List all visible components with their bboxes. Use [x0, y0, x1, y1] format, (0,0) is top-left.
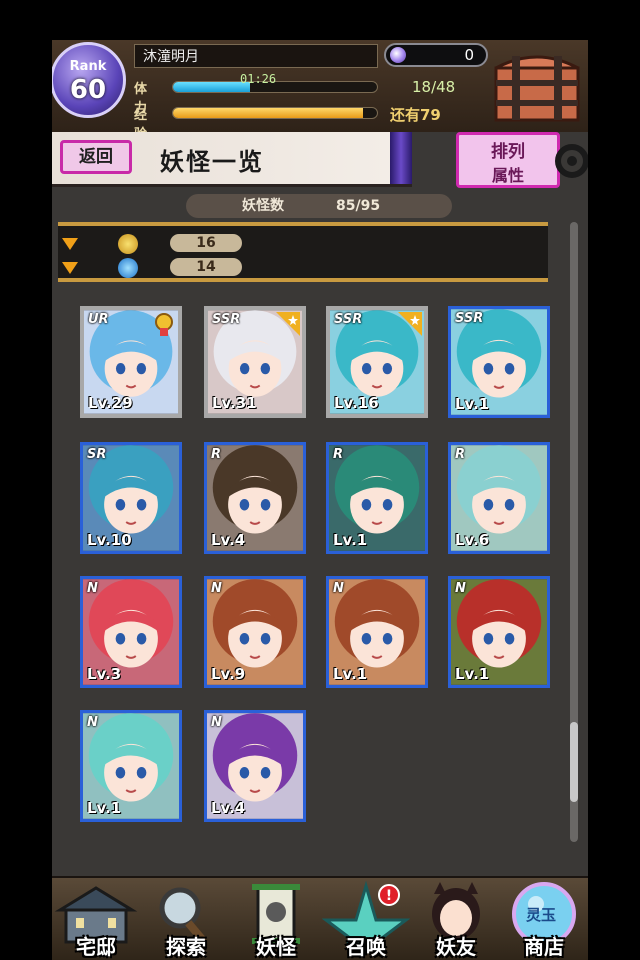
nav-pentagram[interactable]: ! 召唤 [322, 878, 410, 960]
level-label: Lv.4 [211, 799, 246, 817]
rarity-label: N [455, 581, 466, 596]
rarity-label: SSR [455, 311, 484, 326]
rarity-label: UR [88, 312, 109, 327]
sort-button[interactable]: 排列 属性 [456, 132, 560, 188]
level-label: Lv.16 [334, 394, 379, 412]
monster-card[interactable]: N Lv.9 [204, 576, 306, 688]
scrollbar-thumb[interactable] [570, 722, 578, 802]
nav-orb[interactable]: 灵玉 商店 [500, 878, 588, 960]
filter-value: 14 [170, 258, 242, 276]
exp-fill [173, 108, 363, 118]
title-ribbon [390, 132, 412, 184]
medal-icon [155, 313, 173, 336]
monster-card[interactable]: N Lv.3 [80, 576, 182, 688]
gem-value: 0 [464, 46, 474, 64]
alert-badge: ! [378, 884, 400, 906]
rarity-label: SSR [212, 312, 241, 327]
back-button[interactable]: 返回 [60, 140, 132, 174]
rarity-label: R [333, 447, 344, 462]
rarity-label: N [211, 581, 222, 596]
rarity-label: R [455, 447, 466, 462]
level-label: Lv.1 [455, 395, 490, 413]
dropdown-triangle-icon[interactable] [62, 238, 78, 250]
game-screen: Rank 60 沐潼明月 0 体力 01:26 18/48 经验 还有79 [52, 40, 588, 960]
level-label: Lv.1 [333, 665, 368, 683]
bottom-nav: 宅邸 探索 妖怪! 召唤 妖友 灵玉 商店 [52, 876, 588, 960]
page-title: 妖怪一览 [160, 148, 264, 176]
nav-scroll[interactable]: 妖怪 [232, 878, 320, 960]
monster-card[interactable]: N Lv.1 [448, 576, 550, 688]
star-icon [398, 312, 422, 336]
monster-card[interactable]: SSR Lv.16 [326, 306, 428, 418]
coin-icon [118, 234, 138, 254]
rarity-label: SR [87, 447, 107, 462]
shop-badge-text: 灵玉 [526, 906, 557, 924]
level-label: Lv.6 [455, 531, 490, 549]
level-label: Lv.10 [87, 531, 132, 549]
nav-friend[interactable]: 妖友 [412, 878, 500, 960]
monster-card[interactable]: SSR Lv.1 [448, 306, 550, 418]
nav-label: 召唤 [346, 935, 386, 959]
dropdown-triangle-icon[interactable] [62, 262, 78, 274]
sort-mode: 属性 [491, 166, 524, 185]
rank-emblem: Rank 60 [52, 42, 126, 118]
rarity-label: N [333, 581, 344, 596]
level-label: Lv.1 [87, 799, 122, 817]
gem-counter: 0 [384, 43, 488, 67]
rarity-label: N [211, 715, 222, 730]
level-label: Lv.1 [333, 531, 368, 549]
star-icon [276, 312, 300, 336]
sort-label: 排列 [491, 142, 525, 162]
monster-card[interactable]: N Lv.1 [326, 576, 428, 688]
rarity-label: SSR [334, 312, 363, 327]
count-value: 85/95 [336, 198, 381, 214]
nav-label: 妖友 [436, 935, 476, 959]
level-label: Lv.29 [88, 394, 133, 412]
soul-icon [118, 258, 138, 278]
title-bar: 返回 妖怪一览 [52, 132, 412, 187]
status-header: Rank 60 沐潼明月 0 体力 01:26 18/48 经验 还有79 [52, 40, 588, 142]
player-name: 沐潼明月 [134, 44, 378, 68]
monster-card[interactable]: R Lv.4 [204, 442, 306, 554]
filter-panel: 16 14 [58, 222, 548, 282]
rarity-label: N [87, 715, 98, 730]
level-label: Lv.4 [211, 531, 246, 549]
exp-remaining: 还有79 [390, 106, 441, 124]
nav-label: 探索 [166, 935, 206, 959]
rarity-label: N [87, 581, 98, 596]
level-label: Lv.9 [211, 665, 246, 683]
chest-icon[interactable] [492, 46, 582, 124]
nav-label: 妖怪 [256, 935, 296, 959]
stamina-value: 18/48 [412, 78, 456, 96]
level-label: Lv.3 [87, 665, 122, 683]
monster-card[interactable]: SSR Lv.31 [204, 306, 306, 418]
nav-house[interactable]: 宅邸 [52, 878, 140, 960]
rarity-label: R [211, 447, 222, 462]
monster-count: 妖怪数 85/95 [186, 194, 452, 218]
monster-card[interactable]: UR Lv.29 [80, 306, 182, 418]
monster-card[interactable]: SR Lv.10 [80, 442, 182, 554]
level-label: Lv.31 [212, 394, 257, 412]
exp-bar [172, 107, 378, 119]
filter-value: 16 [170, 234, 242, 252]
gear-icon [555, 144, 588, 178]
stamina-fill [173, 82, 250, 92]
gem-icon [390, 47, 406, 63]
monster-card[interactable]: R Lv.6 [448, 442, 550, 554]
rank-value: 60 [69, 75, 107, 105]
rank-label: Rank [69, 59, 107, 74]
nav-label: 商店 [524, 935, 564, 959]
monster-card[interactable]: R Lv.1 [326, 442, 428, 554]
count-label: 妖怪数 [242, 198, 284, 214]
monster-card[interactable]: N Lv.1 [80, 710, 182, 822]
scrollbar[interactable] [570, 222, 578, 842]
stamina-timer: 01:26 [240, 72, 277, 86]
nav-label: 宅邸 [76, 935, 116, 959]
level-label: Lv.1 [455, 665, 490, 683]
monster-card[interactable]: N Lv.4 [204, 710, 306, 822]
nav-magnifier[interactable]: 探索 [142, 878, 230, 960]
